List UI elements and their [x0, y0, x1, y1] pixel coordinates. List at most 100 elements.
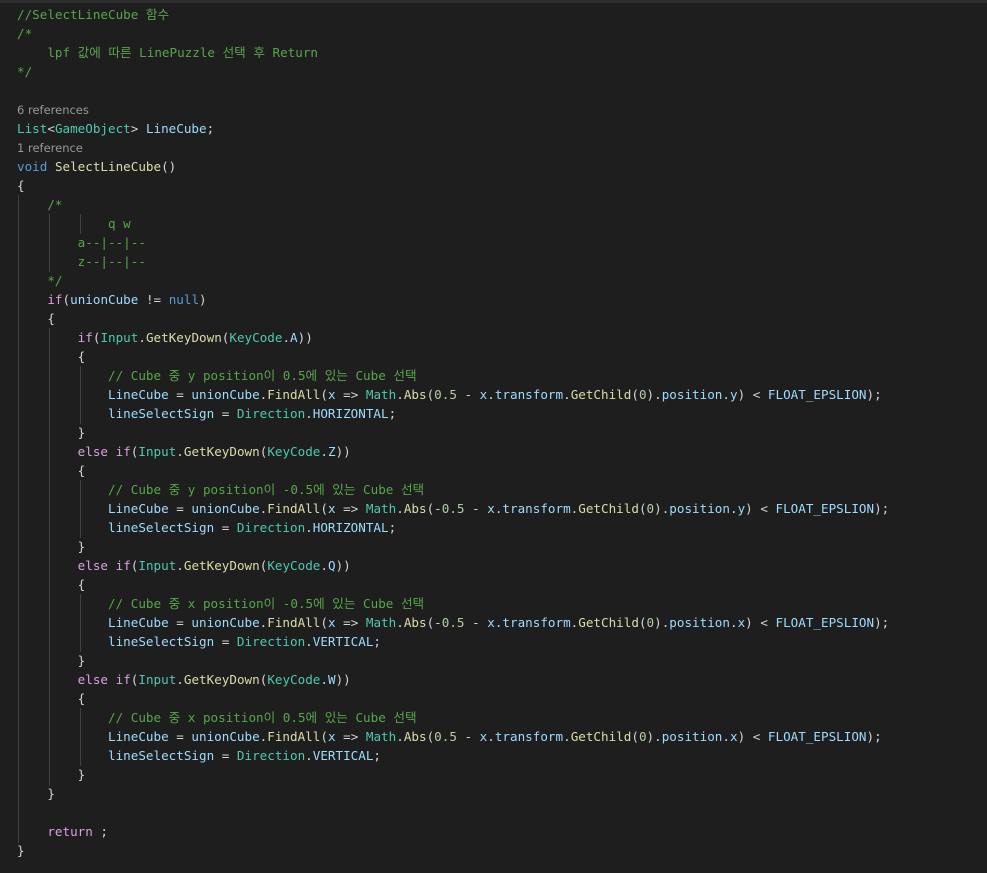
code-token-plain: ; [388, 406, 397, 421]
code-line[interactable]: } [17, 784, 55, 803]
codelens-references-selectlinecube[interactable]: 1 reference [17, 140, 83, 157]
code-token-ident: lineSelectSign [108, 520, 215, 535]
code-token-type: Math [365, 615, 397, 630]
code-line[interactable]: // Cube 중 x position이 0.5에 있는 Cube 선택 [17, 708, 417, 727]
code-line[interactable]: /* [17, 195, 63, 214]
code-token-comment: /* [17, 26, 33, 41]
code-line[interactable]: return ; [17, 822, 108, 841]
code-line[interactable]: //SelectLineCube 함수 [17, 5, 169, 24]
code-token-comment: lpf 값에 따른 LinePuzzle 선택 후 Return [17, 45, 318, 60]
code-line[interactable]: LineCube = unionCube.FindAll(x => Math.A… [17, 499, 889, 518]
code-token-comment: q w [17, 216, 131, 231]
code-token-plain: . [729, 501, 738, 516]
code-line[interactable]: /* [17, 24, 32, 43]
code-token-plain: - [464, 501, 488, 516]
code-line[interactable]: z--|--|-- [17, 252, 146, 271]
code-token-number: 0.5 [441, 501, 465, 516]
code-line[interactable]: LineCube = unionCube.FindAll(x => Math.A… [17, 727, 882, 746]
code-token-type: KeyCode [229, 330, 283, 345]
code-token-plain: = [214, 748, 237, 763]
code-token-plain: { [17, 311, 55, 326]
code-token-plain: = [214, 634, 237, 649]
codelens-references-linecube[interactable]: 6 references [17, 102, 89, 119]
code-token-ident: unionCube [191, 501, 260, 516]
code-line[interactable]: lpf 값에 따른 LinePuzzle 선택 후 Return [17, 43, 318, 62]
code-line[interactable]: LineCube = unionCube.FindAll(x => Math.A… [17, 385, 882, 404]
code-token-plain: { [17, 349, 86, 364]
code-token-number: 0.5 [434, 387, 457, 402]
code-token-plain: { [17, 178, 25, 193]
code-token-plain: = [168, 501, 192, 516]
code-token-number: 0 [638, 387, 647, 402]
code-line[interactable]: { [17, 309, 55, 328]
code-line[interactable]: lineSelectSign = Direction.VERTICAL; [17, 746, 381, 765]
code-token-ident: transform [494, 387, 564, 402]
code-token-plain: > [130, 121, 146, 136]
code-line[interactable]: LineCube = unionCube.FindAll(x => Math.A… [17, 613, 889, 632]
code-line[interactable]: */ [17, 62, 32, 81]
code-line[interactable]: void SelectLineCube() [17, 157, 176, 176]
code-line[interactable]: else if(Input.GetKeyDown(KeyCode.Q)) [17, 556, 351, 575]
code-line[interactable]: if(Input.GetKeyDown(KeyCode.A)) [17, 328, 313, 347]
code-token-method: GetKeyDown [183, 558, 260, 573]
code-token-plain: ( [320, 615, 328, 630]
code-line[interactable]: else if(Input.GetKeyDown(KeyCode.Z)) [17, 442, 351, 461]
code-token-ident: LineCube [108, 387, 169, 402]
code-line[interactable]: else if(Input.GetKeyDown(KeyCode.W)) [17, 670, 351, 689]
code-line[interactable]: { [17, 689, 86, 708]
code-token-plain: . [722, 729, 730, 744]
code-token-plain: () [161, 159, 177, 174]
code-line[interactable]: } [17, 841, 25, 860]
code-token-plain: ( [638, 615, 647, 630]
code-token-ident: x [487, 615, 495, 630]
code-token-plain: ) < [745, 501, 776, 516]
code-line[interactable]: } [17, 765, 86, 784]
code-line[interactable]: lineSelectSign = Direction.HORIZONTAL; [17, 518, 396, 537]
code-token-comment: // Cube 중 x position이 0.5에 있는 Cube 선택 [17, 710, 417, 725]
code-line[interactable]: */ [17, 271, 62, 290]
code-token-method: FindAll [267, 501, 321, 516]
code-token-plain: = [168, 615, 192, 630]
code-line[interactable]: a--|--|-- [17, 233, 146, 252]
code-line[interactable]: lineSelectSign = Direction.HORIZONTAL; [17, 404, 396, 423]
code-line[interactable]: lineSelectSign = Direction.VERTICAL; [17, 632, 381, 651]
code-token-plain: - [464, 615, 488, 630]
code-token-method: GetChild [578, 501, 639, 516]
code-line[interactable]: // Cube 중 x position이 -0.5에 있는 Cube 선택 [17, 594, 424, 613]
code-line[interactable]: } [17, 537, 86, 556]
code-token-ident: LineCube [108, 615, 169, 630]
code-line[interactable]: { [17, 575, 86, 594]
code-line[interactable]: { [17, 176, 25, 195]
code-token-plain: ); [866, 387, 882, 402]
code-token-plain: . [320, 558, 328, 573]
code-editor[interactable]: 6 references 1 reference //SelectLineCub… [0, 0, 987, 873]
code-token-method: Abs [403, 729, 427, 744]
code-token-plain: < [47, 121, 55, 136]
code-line[interactable]: // Cube 중 y position이 0.5에 있는 Cube 선택 [17, 366, 417, 385]
code-token-const: HORIZONTAL [312, 406, 389, 421]
code-token-method: GetChild [570, 387, 632, 402]
code-line[interactable]: q w [17, 214, 131, 233]
code-line[interactable]: List<GameObject> LineCube; [17, 119, 214, 138]
code-token-plain: )) [335, 444, 351, 459]
code-token-method: GetKeyDown [145, 330, 222, 345]
code-token-plain: )) [297, 330, 313, 345]
code-token-plain: { [17, 463, 86, 478]
code-token-plain: . [722, 387, 730, 402]
code-line[interactable]: { [17, 347, 86, 366]
code-line[interactable]: if(unionCube != null) [17, 290, 206, 309]
code-token-ident: lineSelectSign [108, 634, 215, 649]
code-line[interactable]: { [17, 461, 86, 480]
code-token-plain: ; [92, 824, 109, 839]
code-line[interactable]: // Cube 중 y position이 -0.5에 있는 Cube 선택 [17, 480, 424, 499]
code-token-comment: /* [17, 197, 63, 212]
code-line[interactable]: } [17, 651, 86, 670]
code-token-plain: } [17, 425, 86, 440]
code-line[interactable]: } [17, 423, 86, 442]
code-token-const: FLOAT_EPSLION [775, 615, 875, 630]
